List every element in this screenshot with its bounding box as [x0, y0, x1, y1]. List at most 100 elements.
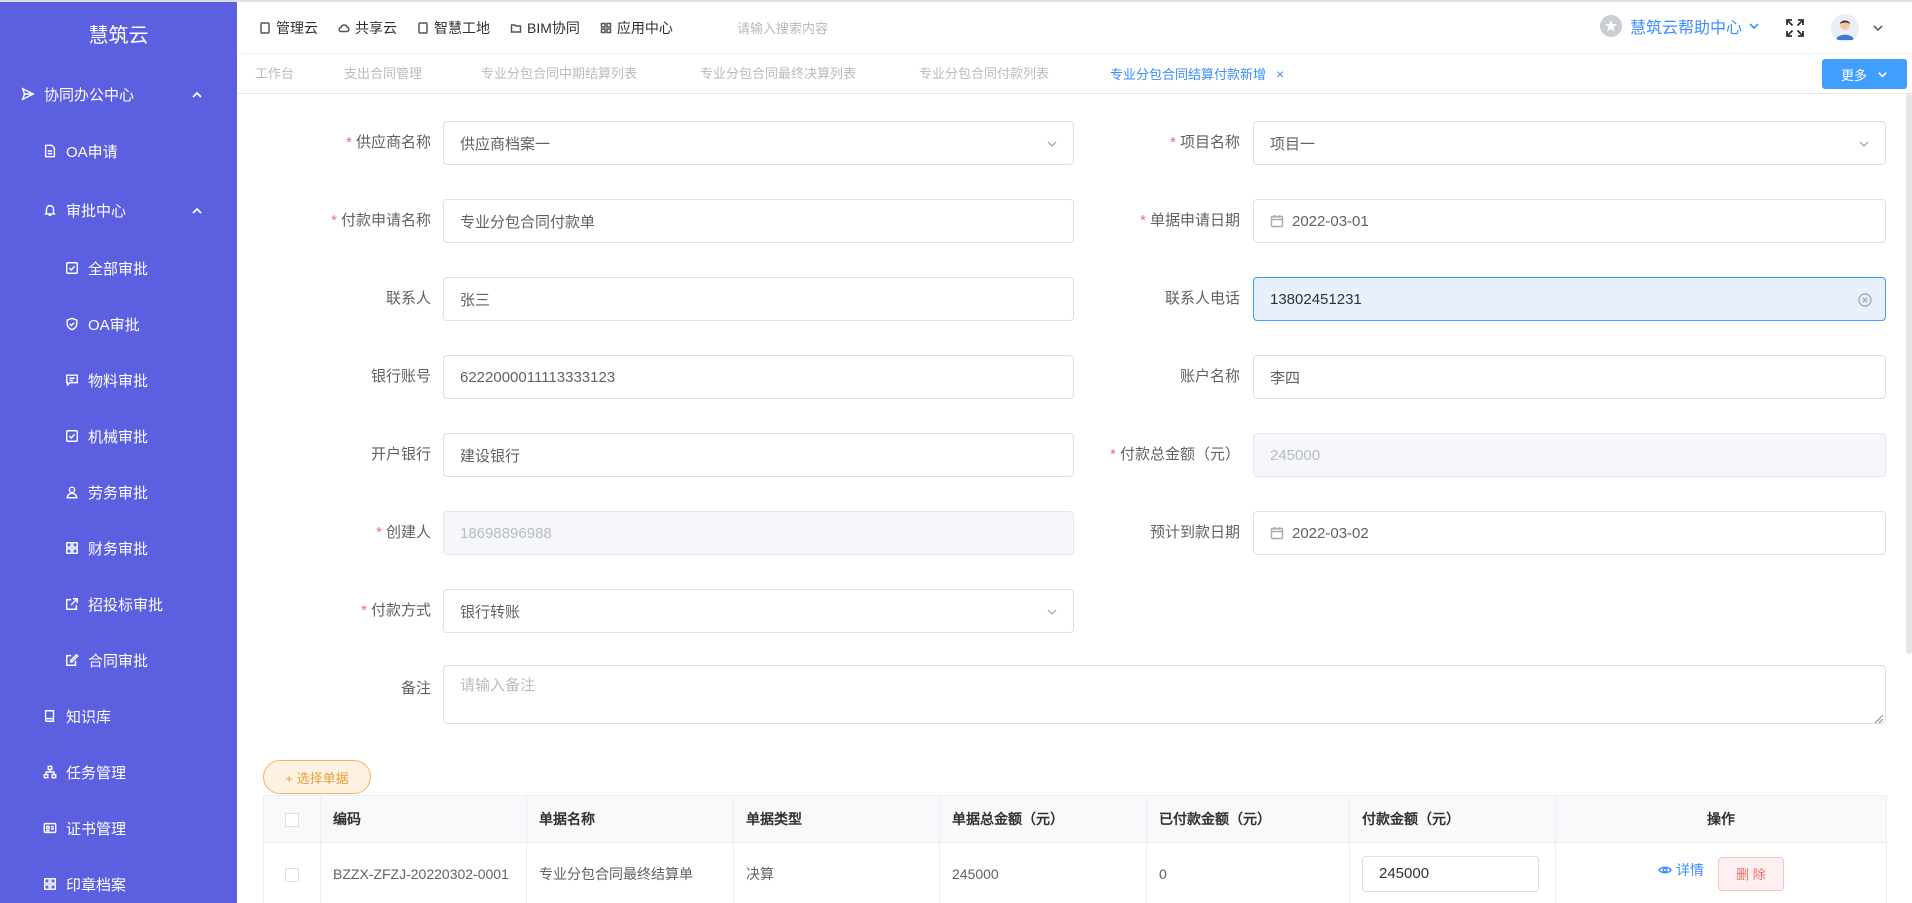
- sidebar-item-machine-approval[interactable]: 机械审批: [0, 408, 237, 464]
- check-square-icon: [64, 428, 80, 444]
- top-nav: 管理云 共享云 智慧工地 BIM协同 应用中心: [259, 2, 693, 54]
- resize-handle-icon[interactable]: [1872, 711, 1884, 724]
- payment-amount-input[interactable]: [1362, 855, 1539, 892]
- close-icon[interactable]: ×: [1276, 54, 1284, 94]
- sidebar-item-certificate-management[interactable]: 证书管理: [0, 800, 237, 856]
- sidebar-item-label: 协同办公中心: [44, 86, 135, 104]
- tab-payment-list[interactable]: 专业分包合同付款列表: [919, 54, 1049, 94]
- check-square-icon: [64, 260, 80, 276]
- supplier-select[interactable]: 供应商档案一: [443, 121, 1074, 165]
- sidebar-item-finance-approval[interactable]: 财务审批: [0, 520, 237, 576]
- bank-value: 建设银行: [460, 447, 521, 465]
- apply-date-value: 2022-03-01: [1292, 212, 1369, 230]
- payment-name-input[interactable]: 专业分包合同付款单: [443, 199, 1074, 243]
- user-icon: [64, 484, 80, 500]
- calendar-icon: [1270, 527, 1284, 540]
- contact-phone-input[interactable]: 13802451231: [1253, 277, 1886, 321]
- column-header: 编码: [320, 795, 527, 843]
- bank-input[interactable]: 建设银行: [443, 433, 1074, 477]
- sidebar-item-label: 财务审批: [88, 540, 149, 558]
- remark-label: 备注: [400, 680, 431, 697]
- remark-textarea[interactable]: [443, 665, 1886, 724]
- chevron-down-icon[interactable]: [1872, 22, 1884, 34]
- document-icon: [42, 143, 58, 159]
- contact-input[interactable]: 张三: [443, 277, 1074, 321]
- sidebar-item-material-approval[interactable]: 物料审批: [0, 352, 237, 408]
- tab-interim-settlement-list[interactable]: 专业分包合同中期结算列表: [481, 54, 637, 94]
- search-input[interactable]: [737, 16, 977, 40]
- more-button[interactable]: 更多: [1822, 59, 1907, 89]
- cell-doc-total: 245000: [939, 842, 1147, 903]
- column-header: 付款金额（元）: [1349, 795, 1556, 843]
- account-name-value: 李四: [1270, 369, 1301, 387]
- delete-button[interactable]: 删 除: [1717, 856, 1784, 891]
- document-icon: [260, 22, 270, 34]
- top-nav-share-cloud[interactable]: 共享云: [338, 18, 397, 38]
- vertical-scrollbar[interactable]: [1906, 94, 1912, 654]
- payment-name-label: * 付款申请名称: [331, 212, 431, 229]
- share-icon: [64, 596, 80, 612]
- bank-account-value: 6222000011113333123: [460, 368, 616, 386]
- sidebar-item-label: 全部审批: [88, 260, 149, 278]
- project-select[interactable]: 项目一: [1253, 121, 1886, 165]
- select-documents-button[interactable]: + 选择单据: [263, 760, 371, 794]
- table-header-row: 编码 单据名称 单据类型 单据总金额（元） 已付款金额（元） 付款金额（元） 操…: [263, 795, 1887, 843]
- tab-final-settlement-list[interactable]: 专业分包合同最终决算列表: [700, 54, 856, 94]
- bank-account-input[interactable]: 6222000011113333123: [443, 355, 1074, 399]
- sidebar-item-task-management[interactable]: 任务管理: [0, 744, 237, 800]
- tab-expense-contract[interactable]: 支出合同管理: [344, 54, 422, 94]
- contact-phone-label: 联系人电话: [1164, 290, 1240, 307]
- select-all-checkbox[interactable]: [285, 813, 299, 828]
- top-header: 管理云 共享云 智慧工地 BIM协同 应用中心 慧筑云帮助中心: [237, 2, 1912, 54]
- detail-link[interactable]: 详情: [1658, 860, 1704, 880]
- sidebar-item-bidding-approval[interactable]: 招投标审批: [0, 576, 237, 632]
- sidebar-item-labor-approval[interactable]: 劳务审批: [0, 464, 237, 520]
- top-nav-app-center[interactable]: 应用中心: [600, 18, 673, 38]
- apply-date-picker[interactable]: 2022-03-01: [1253, 199, 1886, 243]
- sidebar: 慧筑云 协同办公中心 OA申请 审批中心 全部审批 OA审批 物料审批 机械审批…: [0, 0, 237, 903]
- top-nav-smart-site[interactable]: 智慧工地: [417, 18, 490, 38]
- documents-table: 编码 单据名称 单据类型 单据总金额（元） 已付款金额（元） 付款金额（元） 操…: [263, 795, 1887, 903]
- grid-icon: [64, 540, 80, 556]
- sidebar-item-contract-approval[interactable]: 合同审批: [0, 632, 237, 688]
- sidebar-item-oa-approval[interactable]: OA审批: [0, 296, 237, 352]
- sidebar-item-oa-apply[interactable]: OA申请: [0, 122, 237, 180]
- column-header: 单据名称: [526, 795, 734, 843]
- top-nav-management-cloud[interactable]: 管理云: [259, 18, 318, 38]
- sidebar-item-approval-center[interactable]: 审批中心: [0, 180, 237, 240]
- tab-settlement-payment-new[interactable]: 专业分包合同结算付款新增 ×: [1110, 54, 1284, 94]
- avatar[interactable]: [1831, 14, 1859, 42]
- expected-date-picker[interactable]: 2022-03-02: [1253, 511, 1886, 555]
- row-checkbox[interactable]: [285, 867, 299, 882]
- total-amount-label: * 付款总金额（元）: [1110, 446, 1240, 463]
- top-nav-label: 应用中心: [616, 20, 673, 36]
- brand-logo[interactable]: 慧筑云: [0, 0, 237, 66]
- sidebar-item-label: OA申请: [66, 143, 118, 161]
- total-amount-value: 245000: [1270, 446, 1321, 464]
- sidebar-item-all-approval[interactable]: 全部审批: [0, 240, 237, 296]
- top-nav-label: BIM协同: [527, 20, 580, 36]
- sidebar-item-knowledge-base[interactable]: 知识库: [0, 688, 237, 744]
- clear-icon[interactable]: [1857, 292, 1873, 308]
- pay-method-select[interactable]: 银行转账: [443, 589, 1074, 633]
- help-center-dropdown[interactable]: 慧筑云帮助中心: [1600, 14, 1760, 38]
- top-nav-label: 共享云: [355, 20, 397, 36]
- chevron-down-icon: [1047, 609, 1057, 615]
- more-button-label: 更多: [1840, 67, 1867, 83]
- account-name-input[interactable]: 李四: [1253, 355, 1886, 399]
- tab-workbench[interactable]: 工作台: [255, 54, 294, 94]
- shield-icon: [64, 316, 80, 332]
- select-all-cell: [263, 795, 321, 843]
- chevron-up-icon: [191, 204, 203, 216]
- fullscreen-icon[interactable]: [1785, 18, 1805, 38]
- top-nav-bim[interactable]: BIM协同: [510, 18, 580, 38]
- sidebar-item-label: 物料审批: [88, 372, 149, 390]
- sidebar-item-collab-office[interactable]: 协同办公中心: [0, 66, 237, 122]
- sidebar-item-seal-archive[interactable]: 印章档案: [0, 856, 237, 903]
- chevron-down-icon: [1047, 141, 1057, 147]
- top-nav-label: 管理云: [276, 20, 318, 36]
- total-amount-input: 245000: [1253, 433, 1886, 477]
- supplier-label: * 供应商名称: [346, 134, 431, 151]
- sidebar-item-label: 合同审批: [88, 652, 149, 670]
- creator-input: 18698896988: [443, 511, 1074, 555]
